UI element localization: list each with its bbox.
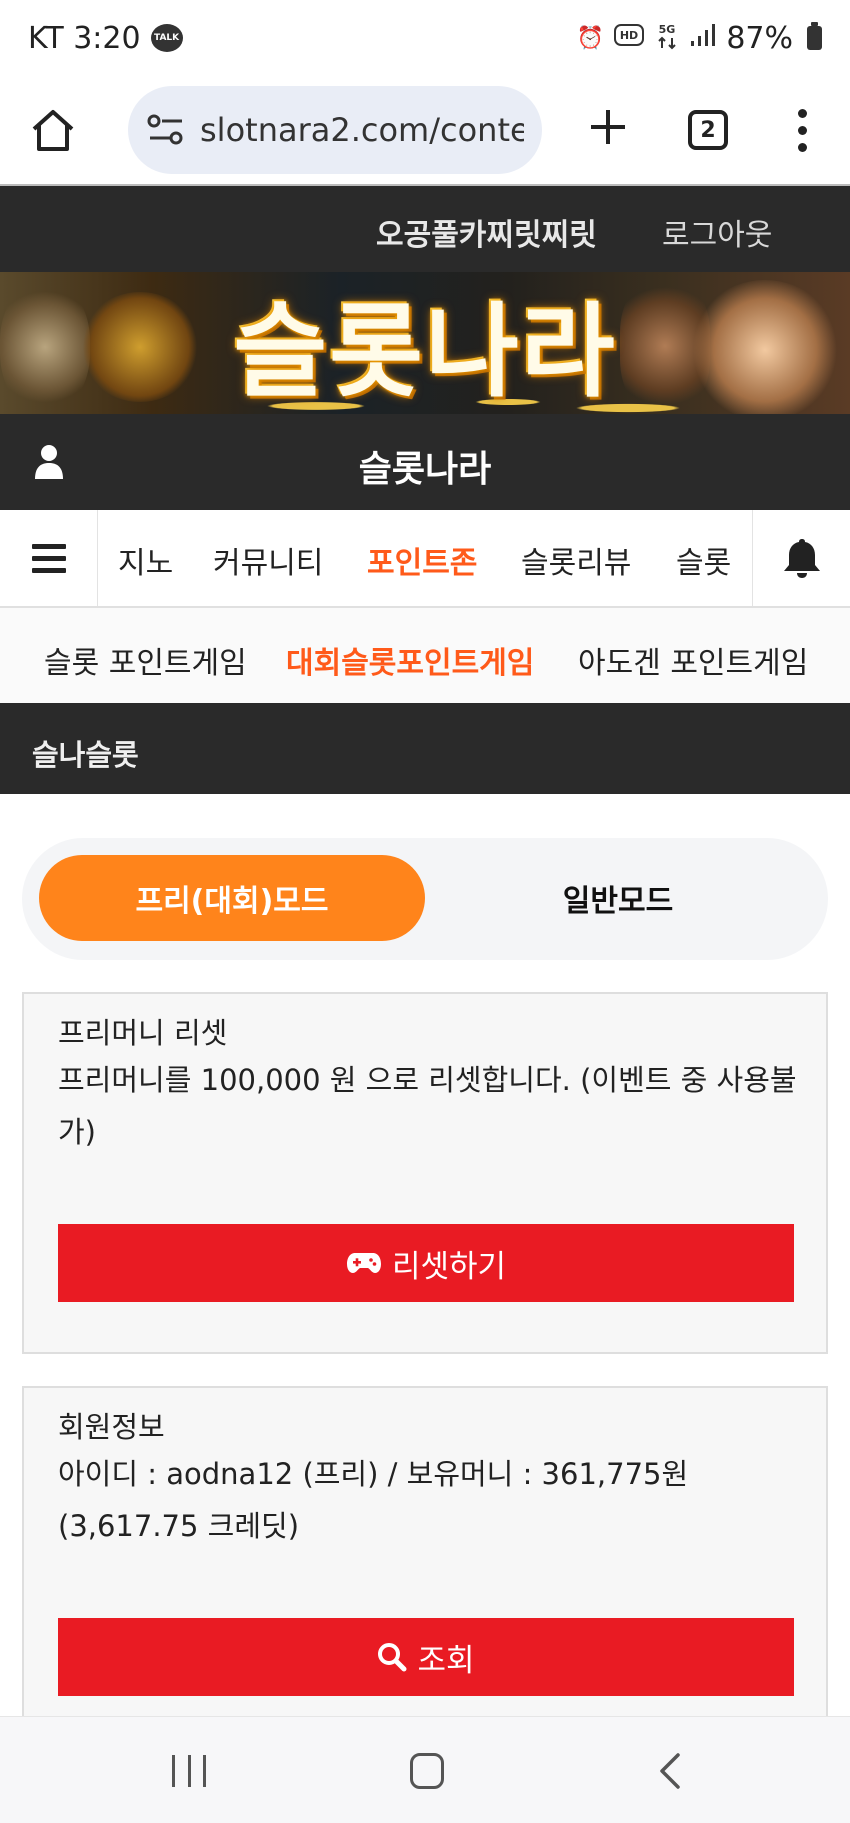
tab-count: 2 [700, 117, 716, 143]
reset-card-title: 프리머니 리셋 [58, 1016, 228, 1050]
new-tab-button[interactable] [578, 104, 638, 156]
home-button[interactable] [24, 101, 82, 159]
site-banner[interactable]: 슬롯나라 [0, 272, 850, 414]
bell-icon [783, 539, 820, 578]
address-bar[interactable]: slotnara2.com/conte [128, 86, 542, 174]
talk-icon: TALK [150, 24, 183, 52]
status-right: ⏰ HD 5G 87% [577, 20, 822, 56]
system-home-icon[interactable] [410, 1753, 444, 1789]
member-card-title: 회원정보 [58, 1410, 165, 1444]
system-nav-bar [0, 1716, 850, 1823]
nav-item-slot[interactable]: 슬롯 [676, 538, 731, 582]
menu-icon[interactable] [0, 510, 98, 606]
home-icon [32, 110, 74, 151]
hd-icon: HD [614, 24, 645, 52]
nav-item-slot-review[interactable]: 슬롯리뷰 [521, 538, 631, 582]
section-header: 슬나슬롯 [0, 706, 850, 794]
subnav-adogen-point-game[interactable]: 아도겐 포인트게임 [578, 638, 808, 682]
member-card-description: 아이디 : aodna12 (프리) / 보유머니 : 361,775원 (3,… [58, 1457, 689, 1543]
main-content: 프리(대회)모드 일반모드 프리머니 리셋 프리머니를 100,000 원 으로… [0, 794, 850, 1716]
member-card: 회원정보 아이디 : aodna12 (프리) / 보유머니 : 361,775… [22, 1386, 828, 1716]
normal-mode-button[interactable]: 일반모드 [425, 855, 811, 941]
reset-card-description: 프리머니를 100,000 원 으로 리셋합니다. (이벤트 중 사용불가) [58, 1063, 797, 1149]
search-icon [378, 1643, 407, 1672]
browser-toolbar: slotnara2.com/conte 2 [0, 76, 850, 184]
status-left: KT 3:20 TALK [28, 21, 183, 56]
notification-button[interactable] [752, 510, 850, 606]
plus-icon [591, 110, 625, 144]
main-nav: 지노 커뮤니티 포인트존 슬롯리뷰 슬롯 [0, 510, 850, 608]
reset-button-label: 리셋하기 [391, 1248, 507, 1285]
nav-item-jino[interactable]: 지노 [118, 538, 173, 582]
free-mode-button[interactable]: 프리(대회)모드 [39, 855, 425, 941]
section-title: 슬나슬롯 [32, 738, 139, 772]
svg-text:5G: 5G [659, 23, 676, 36]
nav-item-pointzone[interactable]: 포인트존 [367, 538, 477, 582]
signal-icon [690, 23, 716, 53]
nav-item-community[interactable]: 커뮤니티 [213, 538, 323, 582]
recent-apps-icon[interactable] [172, 1755, 206, 1787]
sub-nav: 슬롯 포인트게임 대회슬롯포인트게임 아도겐 포인트게임 [0, 608, 850, 706]
lookup-button[interactable]: 조회 [58, 1618, 794, 1696]
reset-card: 프리머니 리셋 프리머니를 100,000 원 으로 리셋합니다. (이벤트 중… [22, 992, 828, 1354]
site-header: 슬롯나라 [0, 414, 850, 510]
nickname-link[interactable]: 오공풀카찌릿찌릿 [376, 210, 597, 254]
back-icon[interactable] [652, 1751, 692, 1791]
carrier-time: KT 3:20 [28, 20, 141, 56]
battery-percent: 87% [726, 20, 793, 56]
alarm-icon: ⏰ [576, 25, 605, 51]
banner-title: 슬롯나라 [233, 292, 617, 412]
gamepad-icon [346, 1253, 381, 1273]
tabs-button[interactable]: 2 [688, 110, 728, 150]
top-nav: 오공풀카찌릿찌릿 로그아웃 [0, 184, 850, 272]
battery-icon [807, 22, 822, 50]
reset-button[interactable]: 리셋하기 [58, 1224, 794, 1302]
mode-toggle: 프리(대회)모드 일반모드 [22, 838, 828, 960]
5g-icon: 5G [654, 20, 680, 56]
status-bar: KT 3:20 TALK ⏰ HD 5G 87% [0, 0, 850, 76]
logout-link[interactable]: 로그아웃 [662, 210, 772, 254]
site-settings-icon[interactable] [146, 112, 186, 148]
lookup-button-label: 조회 [417, 1642, 475, 1679]
svg-text:HD: HD [620, 29, 638, 42]
subnav-tournament-slot-point-game[interactable]: 대회슬롯포인트게임 [286, 638, 534, 682]
subnav-slot-point-game[interactable]: 슬롯 포인트게임 [44, 638, 247, 682]
site-title[interactable]: 슬롯나라 [0, 440, 850, 492]
more-icon[interactable] [796, 108, 808, 152]
url-text: slotnara2.com/conte [200, 111, 524, 149]
